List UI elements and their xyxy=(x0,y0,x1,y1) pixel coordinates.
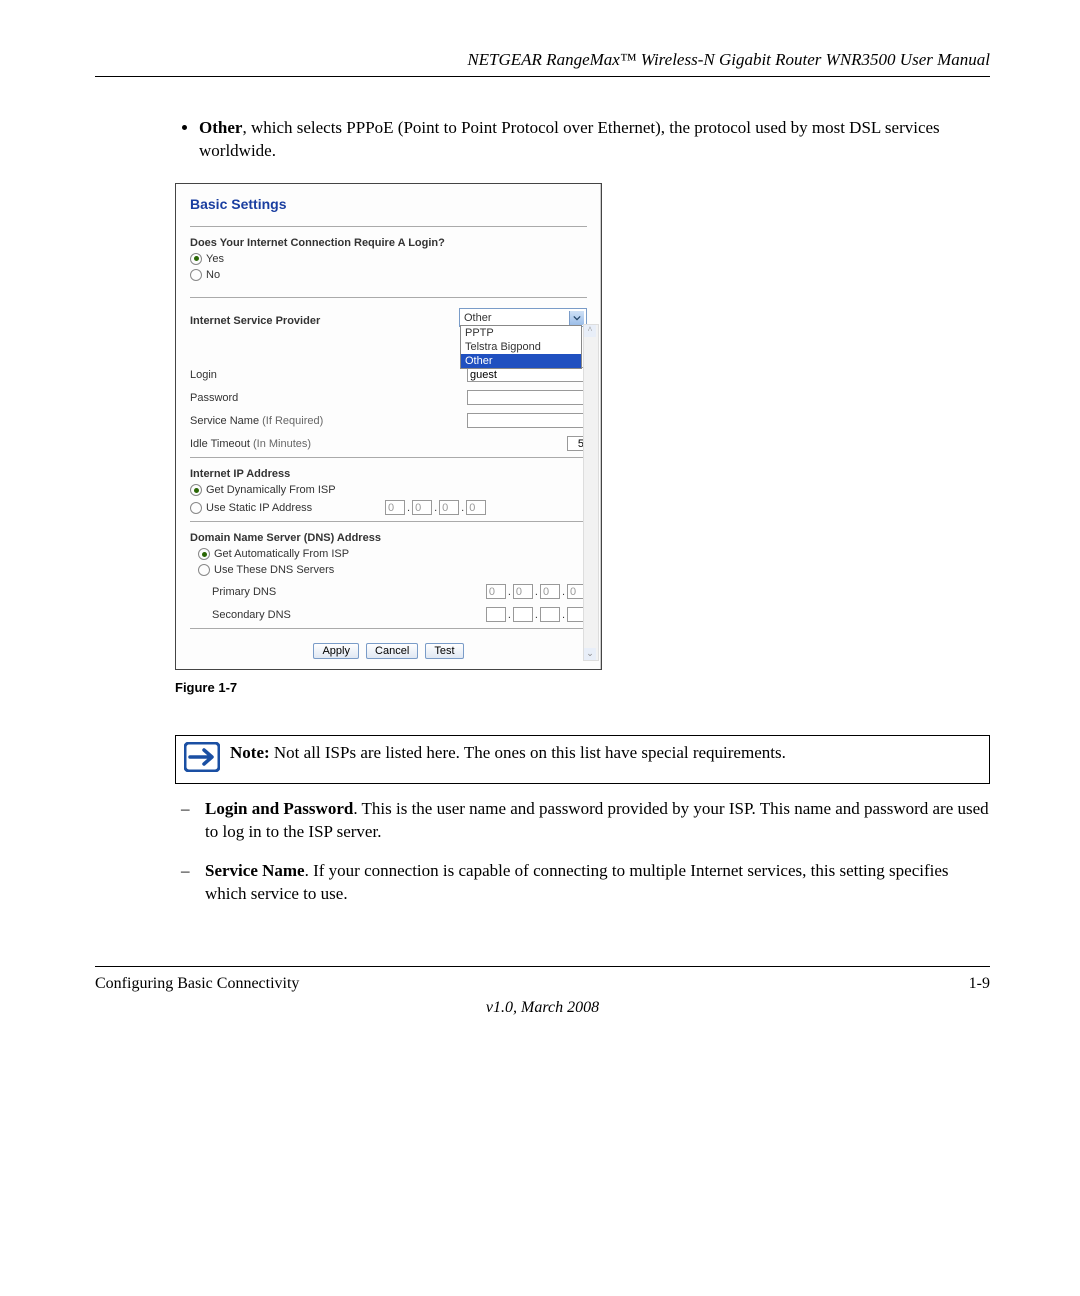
isp-select[interactable]: Other PPTP Telstra Bigpond Other xyxy=(459,308,587,327)
pdns-2[interactable] xyxy=(513,584,533,599)
test-button[interactable]: Test xyxy=(425,643,463,659)
footer-version: v1.0, March 2008 xyxy=(95,999,990,1017)
radio-yes[interactable] xyxy=(190,253,202,265)
service-name-label: Service Name (If Required) xyxy=(190,415,467,427)
chevron-down-icon xyxy=(569,311,584,325)
isp-option-other[interactable]: Other xyxy=(461,354,581,368)
item-b-rest: . If your connection is capable of conne… xyxy=(205,861,949,903)
password-input[interactable] xyxy=(467,390,587,405)
note-box: Note: Not all ISPs are listed here. The … xyxy=(175,735,990,784)
figure-caption: Figure 1-7 xyxy=(175,680,990,695)
idle-timeout-label: Idle Timeout (In Minutes) xyxy=(190,438,567,450)
figure-screenshot: Basic Settings Does Your Internet Connec… xyxy=(175,183,602,670)
ip-oct-1[interactable] xyxy=(385,500,405,515)
cancel-button[interactable]: Cancel xyxy=(366,643,418,659)
item-service-name: Service Name. If your connection is capa… xyxy=(175,860,990,906)
isp-dropdown-menu: PPTP Telstra Bigpond Other xyxy=(460,325,582,369)
dns-head: Domain Name Server (DNS) Address xyxy=(190,532,587,544)
password-label: Password xyxy=(190,392,467,404)
label-ip-static: Use Static IP Address xyxy=(206,502,312,514)
scrollbar[interactable]: ^ ⌄ xyxy=(583,324,599,661)
isp-label: Internet Service Provider xyxy=(190,315,459,327)
footer-right: 1-9 xyxy=(969,975,990,993)
secondary-dns-label: Secondary DNS xyxy=(212,609,291,621)
pdns-3[interactable] xyxy=(540,584,560,599)
sdns-1[interactable] xyxy=(486,607,506,622)
bullet-bold: Other xyxy=(199,118,242,137)
ip-oct-4[interactable] xyxy=(466,500,486,515)
running-header: NETGEAR RangeMax™ Wireless-N Gigabit Rou… xyxy=(95,50,990,77)
scroll-down-icon[interactable]: ⌄ xyxy=(584,648,596,660)
radio-dns-auto[interactable] xyxy=(198,548,210,560)
radio-ip-static[interactable] xyxy=(190,502,202,514)
ip-oct-2[interactable] xyxy=(412,500,432,515)
page-footer: Configuring Basic Connectivity 1-9 xyxy=(95,966,990,993)
dash-list: Login and Password. This is the user nam… xyxy=(175,798,990,906)
sdns-3[interactable] xyxy=(540,607,560,622)
label-no: No xyxy=(206,269,220,281)
panel-title: Basic Settings xyxy=(190,196,587,212)
ip-address-head: Internet IP Address xyxy=(190,468,587,480)
label-ip-dynamic: Get Dynamically From ISP xyxy=(206,484,336,496)
scroll-up-icon[interactable]: ^ xyxy=(584,325,596,337)
isp-selected: Other xyxy=(464,312,492,324)
label-dns-manual: Use These DNS Servers xyxy=(214,564,334,576)
label-yes: Yes xyxy=(206,253,224,265)
primary-dns-label: Primary DNS xyxy=(212,586,276,598)
login-required-label: Does Your Internet Connection Require A … xyxy=(190,237,587,249)
bullet-rest: , which selects PPPoE (Point to Point Pr… xyxy=(199,118,940,160)
ip-oct-3[interactable] xyxy=(439,500,459,515)
item-login-password: Login and Password. This is the user nam… xyxy=(175,798,990,844)
item-b-bold: Service Name xyxy=(205,861,305,880)
service-name-input[interactable] xyxy=(467,413,587,428)
arrow-right-icon xyxy=(184,742,220,777)
bullet-list: Other, which selects PPPoE (Point to Poi… xyxy=(175,117,990,163)
pdns-1[interactable] xyxy=(486,584,506,599)
radio-dns-manual[interactable] xyxy=(198,564,210,576)
bullet-other: Other, which selects PPPoE (Point to Poi… xyxy=(199,117,990,163)
radio-ip-dynamic[interactable] xyxy=(190,484,202,496)
radio-no[interactable] xyxy=(190,269,202,281)
sdns-2[interactable] xyxy=(513,607,533,622)
apply-button[interactable]: Apply xyxy=(313,643,359,659)
static-ip-group: . . . xyxy=(385,500,486,515)
login-label: Login xyxy=(190,369,467,381)
note-bold: Note: xyxy=(230,743,270,762)
login-input[interactable] xyxy=(467,367,587,382)
note-text-body: Not all ISPs are listed here. The ones o… xyxy=(270,743,786,762)
isp-option-telstra[interactable]: Telstra Bigpond xyxy=(461,340,581,354)
isp-option-pptp[interactable]: PPTP xyxy=(461,326,581,340)
item-a-bold: Login and Password xyxy=(205,799,353,818)
footer-left: Configuring Basic Connectivity xyxy=(95,975,299,993)
label-dns-auto: Get Automatically From ISP xyxy=(214,548,349,560)
